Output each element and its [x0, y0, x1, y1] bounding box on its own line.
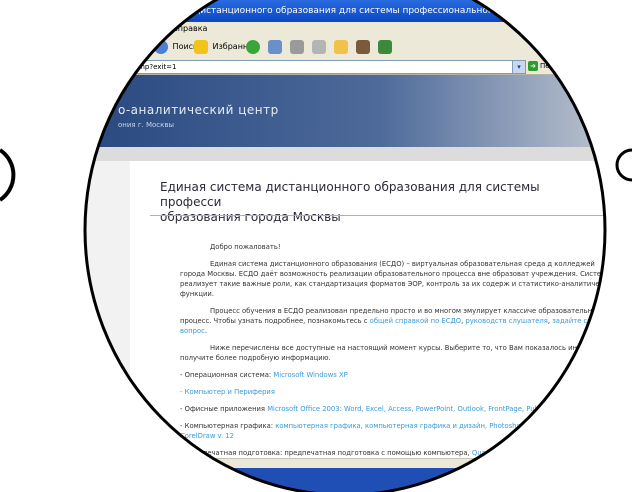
back-button[interactable]	[114, 39, 130, 55]
left-panel	[0, 161, 130, 461]
go-button[interactable]: ➜ Пере	[528, 60, 558, 72]
course-graphics: - Компьютерная графика: компьютерная гра…	[180, 421, 620, 441]
heading-divider	[150, 215, 632, 216]
messenger-button[interactable]	[378, 39, 394, 55]
edit-icon	[312, 39, 326, 54]
messenger-icon	[378, 39, 392, 54]
header-strip	[0, 147, 632, 161]
course-graphics-label: - Компьютерная графика:	[180, 422, 276, 430]
course-office-links[interactable]: Microsoft Office 2003: Word, Excel, Acce…	[267, 405, 557, 413]
menu-bar: анное Сервис Справка	[0, 22, 632, 35]
course-os-link[interactable]: Microsoft Windows XP	[273, 371, 347, 379]
print-button[interactable]	[290, 39, 306, 55]
folder-icon	[334, 39, 348, 54]
address-dropdown-button[interactable]: ▾	[512, 60, 526, 74]
course-prepress: - Предпечатная подготовка: предпечатная …	[180, 448, 620, 458]
menu-item-help[interactable]: Справка	[172, 24, 207, 33]
page-heading-line2: образования города Москвы	[160, 210, 341, 224]
welcome-text: Добро пожаловать! Единая система дистанц…	[180, 242, 620, 465]
history-icon	[268, 39, 282, 54]
research-button[interactable]	[356, 39, 372, 55]
course-os-label: - Операционная система:	[180, 371, 274, 379]
address-input[interactable]: ru/index.php?exit=1	[100, 60, 514, 74]
home-icon	[134, 39, 148, 54]
student-guide-link[interactable]: руководств слушателя	[465, 317, 547, 325]
title-bar: O :: Единая система дистанционного образ…	[0, 0, 632, 22]
course-office: - Офисные приложения Microsoft Office 20…	[180, 404, 620, 414]
history-button[interactable]	[268, 39, 284, 55]
taskbar	[0, 468, 632, 492]
courses-intro: Ниже перечислены все доступные на настоя…	[180, 344, 619, 362]
back-arrow-icon	[114, 39, 128, 54]
course-hardware-link[interactable]: - Компьютер и Периферия	[180, 388, 275, 396]
go-label: Пере	[540, 62, 559, 70]
course-hardware: - Компьютер и Периферия	[180, 387, 620, 397]
address-bar: ru/index.php?exit=1 ▾ ➜ Пере	[0, 59, 632, 75]
site-title: о-аналитический центр	[118, 103, 279, 117]
search-icon	[154, 39, 168, 54]
course-prepress-label: - Предпечатная подготовка: предпечатная …	[180, 449, 472, 457]
edit-button[interactable]	[312, 39, 328, 55]
home-button[interactable]	[134, 39, 150, 55]
intro-paragraph: Единая система дистанционного образовани…	[180, 260, 616, 298]
menu-item-favorites[interactable]: анное	[96, 24, 121, 33]
research-icon	[356, 39, 370, 54]
course-office-label: - Офисные приложения	[180, 405, 268, 413]
menu-item-tools[interactable]: Сервис	[132, 24, 162, 33]
course-os: - Операционная система: Microsoft Window…	[180, 370, 620, 380]
toolbar: Поиск Избранное	[0, 35, 632, 60]
media-button[interactable]	[246, 39, 262, 55]
folder-button[interactable]	[334, 39, 350, 55]
page-heading-line1: Единая система дистанционного образовани…	[160, 180, 540, 209]
chevron-down-icon: ▾	[517, 63, 521, 71]
help-link[interactable]: общей справкой по ЕСДО	[370, 317, 461, 325]
period-text: .	[204, 327, 207, 335]
print-icon	[290, 39, 304, 54]
welcome-greeting: Добро пожаловать!	[210, 243, 281, 251]
course-prepress-links[interactable]: QuarkXPress v.6.0, InDesign CS2	[472, 449, 583, 457]
browser-window: O :: Единая система дистанционного образ…	[0, 0, 632, 492]
window-title: O :: Единая система дистанционного образ…	[96, 6, 622, 16]
process-paragraph: Процесс обучения в ЕСДО реализован преде…	[180, 306, 620, 336]
search-button[interactable]: Поиск	[154, 39, 198, 55]
site-header: о-аналитический центр ония г. Москвы	[0, 75, 632, 147]
go-arrow-icon: ➜	[528, 61, 538, 71]
page-heading: Единая система дистанционного образовани…	[160, 180, 580, 225]
media-icon	[246, 39, 260, 54]
star-icon	[194, 39, 208, 54]
site-subtitle: ония г. Москвы	[118, 121, 175, 129]
